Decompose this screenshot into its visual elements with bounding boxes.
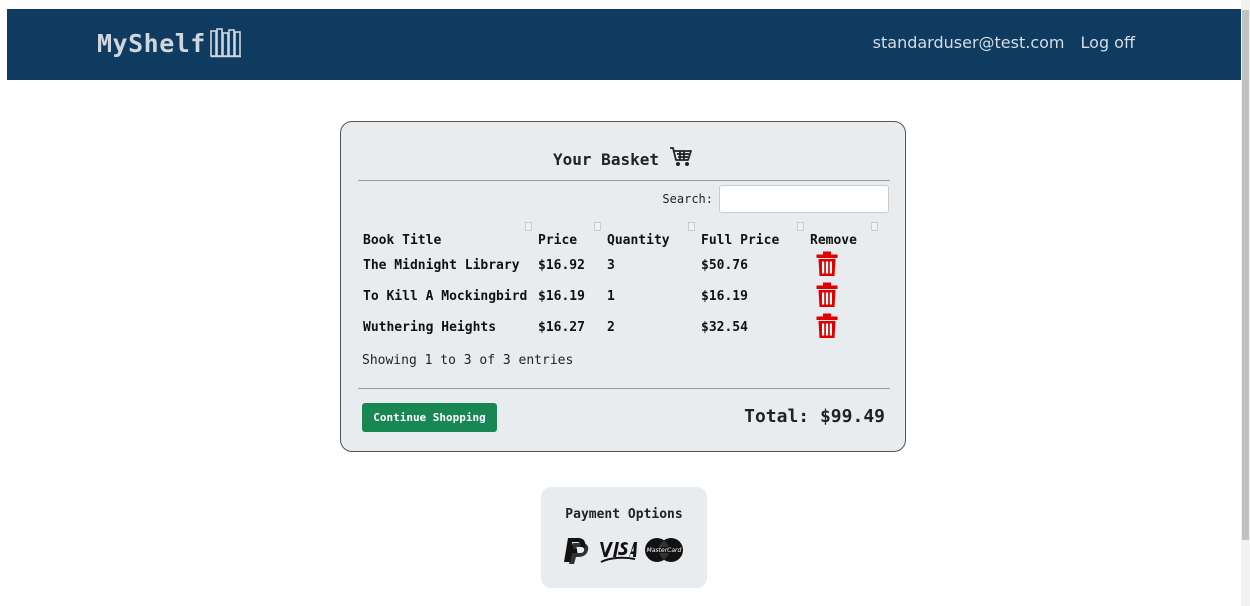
remove-cell: [806, 250, 880, 281]
payment-options-card: Payment Options MasterCard: [541, 487, 707, 588]
book-title-cell: Wuthering Heights: [363, 320, 497, 335]
column-header-price[interactable]: Price: [534, 218, 603, 250]
column-header-book-title[interactable]: Book Title: [359, 218, 534, 250]
trash-icon[interactable]: [816, 282, 838, 308]
scrollbar-thumb[interactable]: [1242, 10, 1249, 540]
full-price-cell: $32.54: [701, 320, 748, 335]
svg-text:MasterCard: MasterCard: [647, 547, 682, 554]
column-header-label: Book Title: [363, 233, 442, 248]
divider-bottom: [358, 388, 890, 389]
basket-heading: Your Basket: [341, 146, 905, 172]
price-cell: $16.27: [538, 320, 585, 335]
page-scrollbar[interactable]: [1241, 0, 1250, 606]
sort-icon: [525, 222, 532, 231]
search-area: Search:: [662, 185, 889, 213]
visa-icon: [597, 535, 637, 569]
quantity-cell: 1: [607, 289, 615, 304]
nav-user-area: standarduser@test.com Log off: [873, 33, 1135, 52]
trash-icon[interactable]: [816, 313, 838, 339]
table-row: Wuthering Heights $16.27 2 $32.54: [359, 312, 880, 343]
full-price-cell: $16.19: [701, 289, 748, 304]
brand-name: MyShelf: [97, 28, 206, 58]
entries-info: Showing 1 to 3 of 3 entries: [362, 353, 574, 368]
book-title-cell: To Kill A Mockingbird: [363, 289, 528, 304]
remove-cell: [806, 281, 880, 312]
price-cell: $16.92: [538, 258, 585, 273]
sort-icon: [688, 222, 695, 231]
column-header-label: Quantity: [607, 233, 670, 248]
search-input[interactable]: [719, 185, 889, 213]
table-row: To Kill A Mockingbird $16.19 1 $16.19: [359, 281, 880, 312]
basket-card: Your Basket Search: Book Title Price Qua…: [340, 121, 906, 452]
mastercard-icon: MasterCard: [643, 535, 685, 569]
basket-total: Total: $99.49: [744, 406, 885, 427]
column-header-quantity[interactable]: Quantity: [603, 218, 697, 250]
brand-logo[interactable]: MyShelf: [97, 26, 242, 60]
payment-options-title: Payment Options: [565, 507, 683, 522]
table-header-row: Book Title Price Quantity Full Price Rem…: [359, 218, 880, 250]
quantity-cell: 3: [607, 258, 615, 273]
column-header-label: Remove: [810, 233, 857, 248]
shopping-cart-icon: [669, 146, 693, 172]
sort-icon: [797, 222, 804, 231]
continue-shopping-button[interactable]: Continue Shopping: [362, 403, 497, 432]
payment-icons: MasterCard: [561, 535, 685, 569]
column-header-remove[interactable]: Remove: [806, 218, 880, 250]
trash-icon[interactable]: [816, 251, 838, 277]
price-cell: $16.19: [538, 289, 585, 304]
paypal-icon: [561, 535, 591, 569]
user-email-link[interactable]: standarduser@test.com: [873, 33, 1065, 52]
column-header-full-price[interactable]: Full Price: [697, 218, 806, 250]
top-navbar: MyShelf standarduser@test.com Log off: [7, 9, 1241, 80]
divider-top: [358, 180, 890, 181]
logoff-link[interactable]: Log off: [1081, 33, 1135, 52]
full-price-cell: $50.76: [701, 258, 748, 273]
sort-icon: [594, 222, 601, 231]
search-label: Search:: [662, 192, 713, 206]
remove-cell: [806, 312, 880, 343]
column-header-label: Price: [538, 233, 578, 248]
books-icon: [210, 28, 242, 58]
column-header-label: Full Price: [701, 233, 780, 248]
basket-table: Book Title Price Quantity Full Price Rem…: [359, 218, 880, 343]
basket-title: Your Basket: [553, 149, 659, 169]
quantity-cell: 2: [607, 320, 615, 335]
table-row: The Midnight Library $16.92 3 $50.76: [359, 250, 880, 281]
book-title-cell: The Midnight Library: [363, 258, 520, 273]
sort-icon: [871, 222, 878, 231]
